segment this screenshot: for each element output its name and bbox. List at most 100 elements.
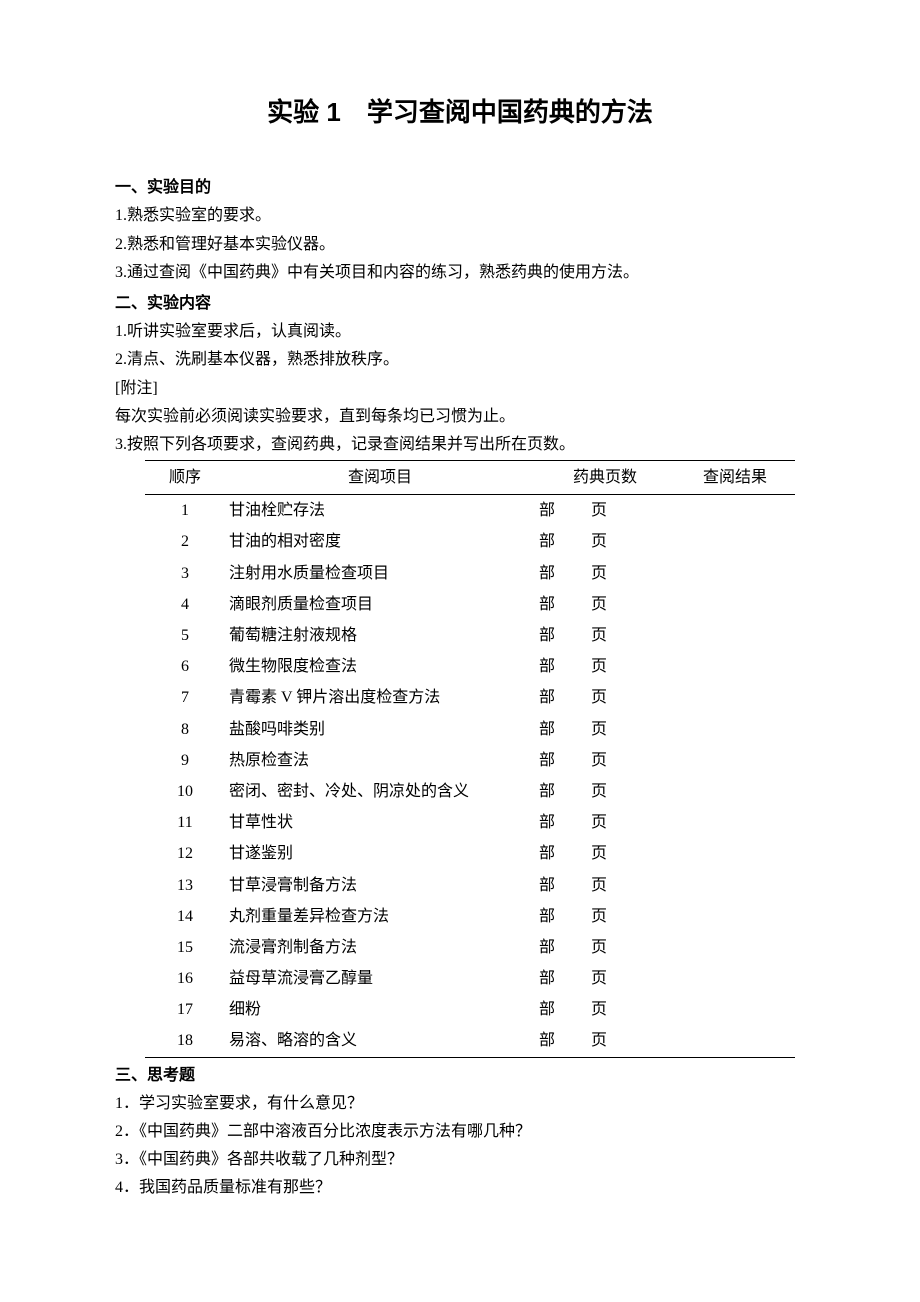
cell-item: 益母草流浸膏乙醇量 (225, 963, 535, 994)
section1-item: 1.熟悉实验室的要求。 (115, 202, 805, 229)
header-item: 查阅项目 (225, 461, 535, 495)
section1-item: 2.熟悉和管理好基本实验仪器。 (115, 231, 805, 258)
cell-result (675, 870, 795, 901)
cell-result (675, 495, 795, 527)
section3-item: 3．《中国药典》各部共收载了几种剂型？ (115, 1146, 805, 1173)
cell-pages: 部页 (535, 776, 675, 807)
cell-seq: 5 (145, 620, 225, 651)
section3-item: 1．学习实验室要求，有什么意见？ (115, 1090, 805, 1117)
table-row: 14丸剂重量差异检查方法部页 (145, 901, 795, 932)
section3-item: 2．《中国药典》二部中溶液百分比浓度表示方法有哪几种？ (115, 1118, 805, 1145)
section3-item: 4．我国药品质量标准有那些？ (115, 1174, 805, 1201)
table-row: 13甘草浸膏制备方法部页 (145, 870, 795, 901)
table-row: 2甘油的相对密度部页 (145, 526, 795, 557)
section2-item: 1.听讲实验室要求后，认真阅读。 (115, 318, 805, 345)
cell-pages: 部页 (535, 558, 675, 589)
cell-seq: 13 (145, 870, 225, 901)
cell-pages: 部页 (535, 807, 675, 838)
cell-item: 甘草浸膏制备方法 (225, 870, 535, 901)
table-row: 17细粉部页 (145, 994, 795, 1025)
section1-heading: 一、实验目的 (115, 174, 805, 201)
table-row: 18易溶、略溶的含义部页 (145, 1025, 795, 1057)
cell-pages: 部页 (535, 901, 675, 932)
cell-seq: 7 (145, 682, 225, 713)
cell-item: 热原检查法 (225, 745, 535, 776)
cell-seq: 10 (145, 776, 225, 807)
section2-heading: 二、实验内容 (115, 290, 805, 317)
header-seq: 顺序 (145, 461, 225, 495)
cell-item: 盐酸吗啡类别 (225, 714, 535, 745)
cell-item: 微生物限度检查法 (225, 651, 535, 682)
cell-result (675, 714, 795, 745)
section1-item: 3.通过查阅《中国药典》中有关项目和内容的练习，熟悉药典的使用方法。 (115, 259, 805, 286)
cell-seq: 14 (145, 901, 225, 932)
cell-result (675, 558, 795, 589)
cell-pages: 部页 (535, 963, 675, 994)
cell-pages: 部页 (535, 1025, 675, 1057)
note-text: 每次实验前必须阅读实验要求，直到每条均已习惯为止。 (115, 403, 805, 430)
cell-pages: 部页 (535, 714, 675, 745)
cell-item: 甘油栓贮存法 (225, 495, 535, 527)
cell-item: 甘草性状 (225, 807, 535, 838)
cell-item: 注射用水质量检查项目 (225, 558, 535, 589)
cell-pages: 部页 (535, 994, 675, 1025)
cell-seq: 17 (145, 994, 225, 1025)
cell-pages: 部页 (535, 870, 675, 901)
cell-pages: 部页 (535, 651, 675, 682)
table-row: 4滴眼剂质量检查项目部页 (145, 589, 795, 620)
cell-item: 密闭、密封、冷处、阴凉处的含义 (225, 776, 535, 807)
table-row: 15流浸膏剂制备方法部页 (145, 932, 795, 963)
cell-result (675, 963, 795, 994)
cell-result (675, 994, 795, 1025)
cell-item: 甘油的相对密度 (225, 526, 535, 557)
table-row: 1甘油栓贮存法部页 (145, 495, 795, 527)
cell-result (675, 932, 795, 963)
cell-seq: 15 (145, 932, 225, 963)
table-row: 16益母草流浸膏乙醇量部页 (145, 963, 795, 994)
cell-seq: 9 (145, 745, 225, 776)
table-row: 5葡萄糖注射液规格部页 (145, 620, 795, 651)
document-title: 实验 1 学习查阅中国药典的方法 (115, 90, 805, 134)
cell-item: 丸剂重量差异检查方法 (225, 901, 535, 932)
note-label: [附注] (115, 375, 805, 402)
cell-seq: 18 (145, 1025, 225, 1057)
table-row: 11甘草性状部页 (145, 807, 795, 838)
cell-result (675, 589, 795, 620)
table-row: 7青霉素 V 钾片溶出度检查方法部页 (145, 682, 795, 713)
cell-result (675, 745, 795, 776)
cell-result (675, 526, 795, 557)
cell-seq: 2 (145, 526, 225, 557)
cell-seq: 8 (145, 714, 225, 745)
cell-seq: 12 (145, 838, 225, 869)
header-result: 查阅结果 (675, 461, 795, 495)
section2-item: 2.清点、洗刷基本仪器，熟悉排放秩序。 (115, 346, 805, 373)
cell-result (675, 901, 795, 932)
cell-result (675, 838, 795, 869)
cell-item: 葡萄糖注射液规格 (225, 620, 535, 651)
cell-seq: 6 (145, 651, 225, 682)
cell-pages: 部页 (535, 745, 675, 776)
cell-result (675, 807, 795, 838)
cell-pages: 部页 (535, 682, 675, 713)
cell-pages: 部页 (535, 932, 675, 963)
section2-item3: 3.按照下列各项要求，查阅药典，记录查阅结果并写出所在页数。 (115, 431, 805, 458)
cell-item: 流浸膏剂制备方法 (225, 932, 535, 963)
cell-result (675, 776, 795, 807)
cell-seq: 11 (145, 807, 225, 838)
lookup-table: 顺序 查阅项目 药典页数 查阅结果 1甘油栓贮存法部页2甘油的相对密度部页3注射… (145, 460, 795, 1058)
header-pages: 药典页数 (535, 461, 675, 495)
cell-pages: 部页 (535, 495, 675, 527)
cell-item: 细粉 (225, 994, 535, 1025)
cell-seq: 1 (145, 495, 225, 527)
cell-item: 滴眼剂质量检查项目 (225, 589, 535, 620)
cell-pages: 部页 (535, 838, 675, 869)
cell-pages: 部页 (535, 589, 675, 620)
cell-seq: 16 (145, 963, 225, 994)
section3-heading: 三、思考题 (115, 1062, 805, 1089)
table-row: 10密闭、密封、冷处、阴凉处的含义部页 (145, 776, 795, 807)
cell-pages: 部页 (535, 620, 675, 651)
table-row: 12甘遂鉴别部页 (145, 838, 795, 869)
table-header-row: 顺序 查阅项目 药典页数 查阅结果 (145, 461, 795, 495)
table-row: 8盐酸吗啡类别部页 (145, 714, 795, 745)
table-row: 3注射用水质量检查项目部页 (145, 558, 795, 589)
